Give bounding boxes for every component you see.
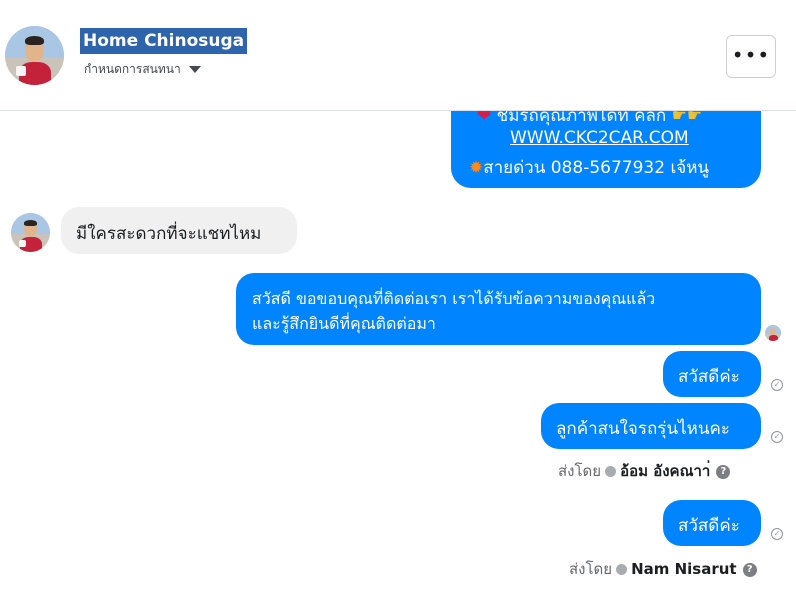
message-bubble-outgoing: สวัสดีค่ะ [663, 500, 761, 546]
website-link[interactable]: WWW.CKC2CAR.COM [510, 128, 689, 148]
message-bubble-outgoing: สวัสดี ขอขอบคุณที่ติดต่อเรา เราได้รับข้อ… [236, 273, 761, 345]
message-text: ลูกค้าสนใจรถรุ่นไหนคะ [556, 419, 730, 439]
sent-status-icon: ✓ [771, 528, 783, 540]
message-text: มีใครสะดวกที่จะแชทไหม [76, 224, 262, 244]
more-icon: ••• [731, 43, 771, 67]
seen-avatar [765, 325, 781, 341]
help-icon[interactable]: ? [716, 464, 731, 479]
sender-name: อ้อม อังคณาา่ [620, 462, 711, 480]
sent-by-label: ส่งโดย Nam Nisarut? [569, 557, 757, 581]
burst-icon: ✹ [469, 158, 484, 178]
sender-avatar[interactable] [11, 213, 50, 252]
page-title[interactable]: Home Chinosuga [80, 28, 248, 54]
sent-status-icon: ✓ [771, 431, 783, 443]
sent-by-label: ส่งโดย อ้อม อังคณาา่? [558, 459, 731, 483]
card-line-3: สายด่วน 088-5677932 เจ้หนู [483, 158, 710, 178]
schedule-dropdown[interactable]: กำหนดการสนทนา [84, 60, 201, 78]
more-options-button[interactable]: ••• [726, 35, 776, 78]
message-text-line-1: สวัสดี ขอขอบคุณที่ติดต่อเรา เราได้รับข้อ… [252, 289, 656, 308]
message-bubble-outgoing: สวัสดีค่ะ [663, 351, 761, 397]
message-bubble-outgoing: ลูกค้าสนใจรถรุ่นไหนคะ [541, 403, 761, 449]
message-bubble-incoming: มีใครสะดวกที่จะแชทไหม [61, 207, 297, 254]
message-text: สวัสดีค่ะ [678, 367, 740, 387]
help-icon[interactable]: ? [742, 562, 757, 577]
sender-name: Nam Nisarut [631, 560, 737, 578]
info-dot-icon [616, 564, 628, 575]
message-text-line-2: และรู้สึกยินดีที่คุณติดต่อมา [252, 314, 436, 333]
page-avatar[interactable] [5, 26, 64, 85]
schedule-label: กำหนดการสนทนา [84, 62, 181, 76]
message-text: สวัสดีค่ะ [678, 516, 740, 536]
conversation-header: Home Chinosuga กำหนดการสนทนา ••• [0, 0, 796, 111]
info-dot-icon [605, 466, 617, 477]
sent-status-icon: ✓ [771, 379, 783, 391]
caret-down-icon [188, 66, 201, 73]
